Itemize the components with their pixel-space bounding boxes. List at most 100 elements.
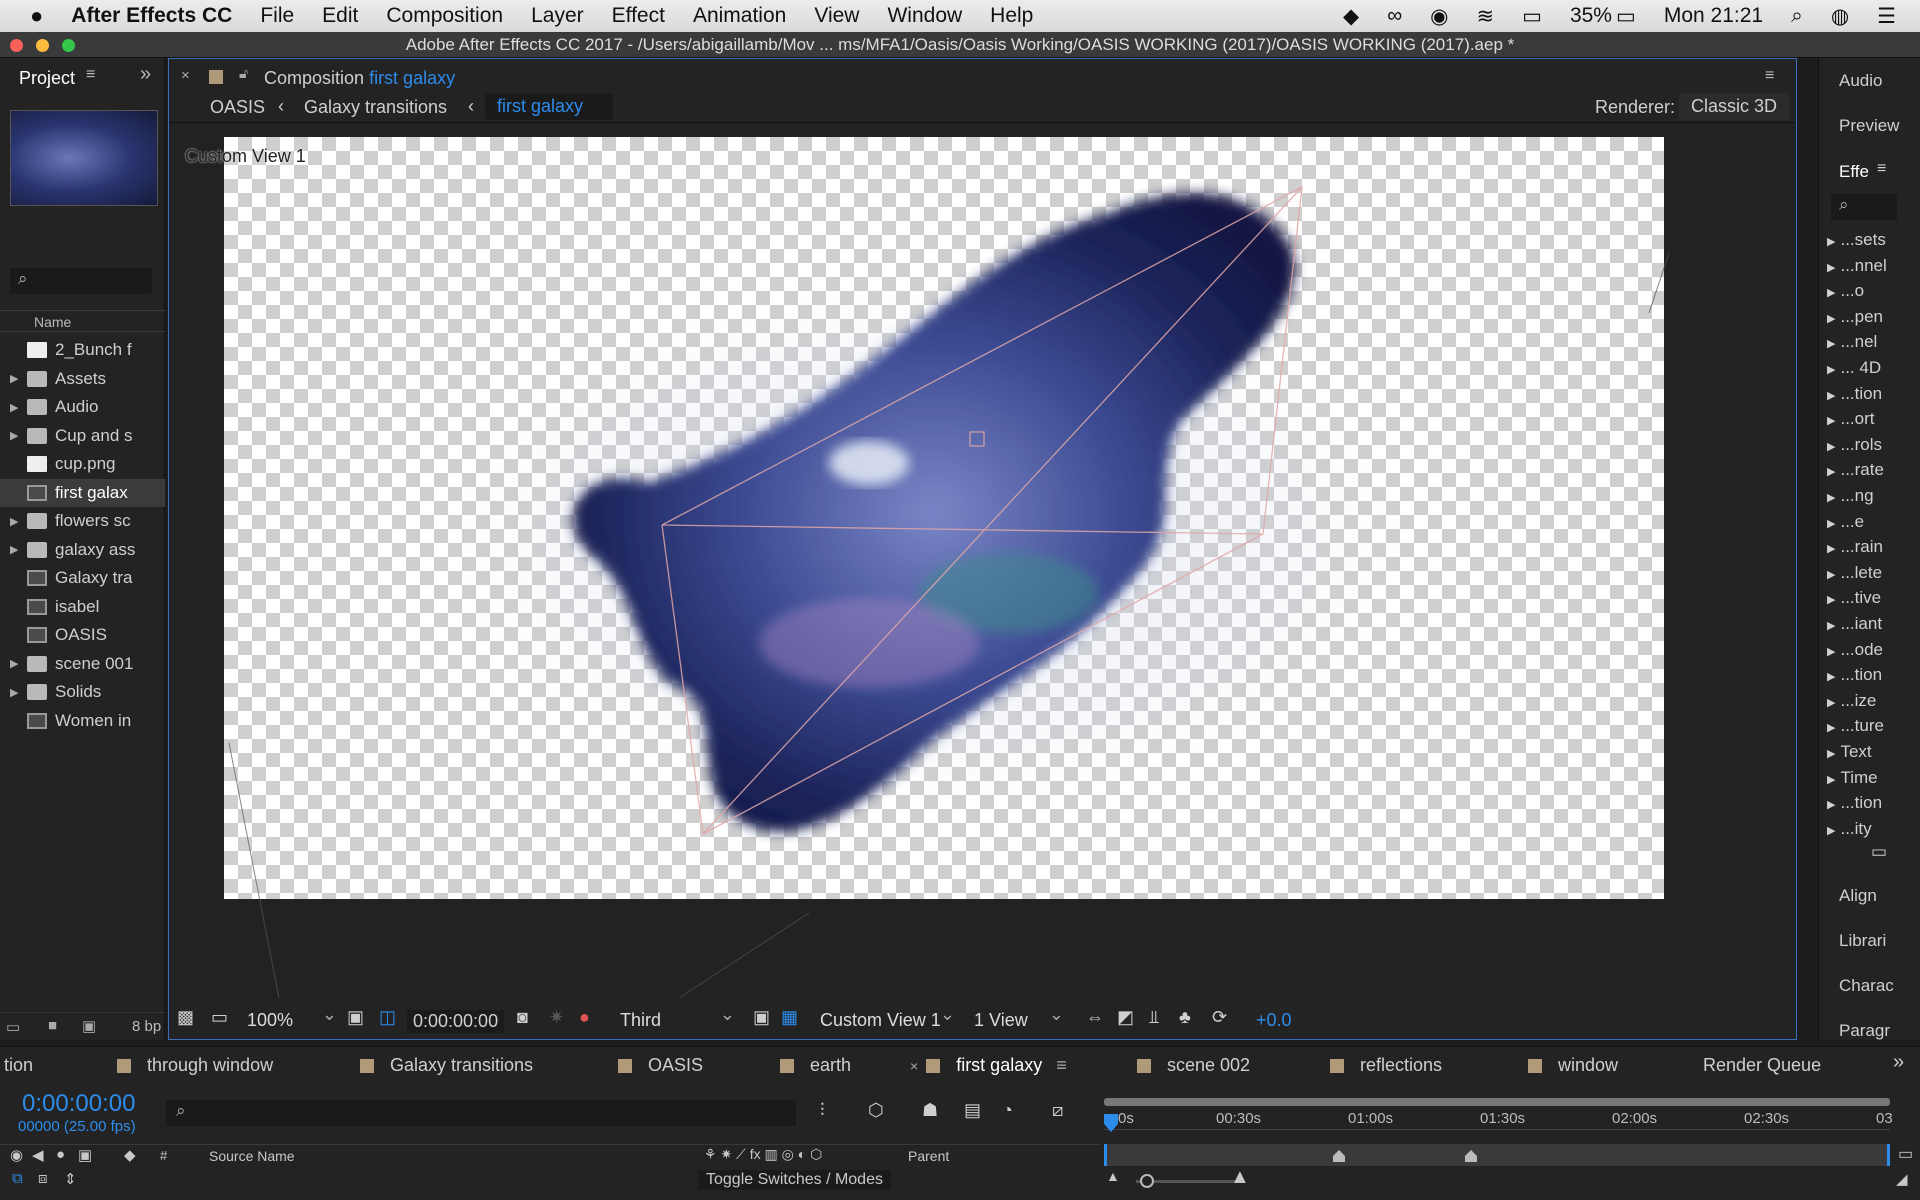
minimize-window-button[interactable] [36, 39, 49, 52]
effects-search-input[interactable]: ⌕ [1831, 194, 1897, 220]
breadcrumb-first-galaxy[interactable]: first galaxy [485, 93, 614, 120]
parent-header[interactable]: Parent [908, 1148, 949, 1164]
project-item[interactable]: isabel [0, 593, 165, 621]
effects-category[interactable]: ▶ ...iant [1827, 614, 1882, 634]
effects-category[interactable]: ▶ ...lete [1827, 563, 1882, 583]
effects-category[interactable]: ▶ ...ize [1827, 691, 1876, 711]
tab-earth[interactable]: earth [780, 1055, 851, 1076]
timeline-icon[interactable]: ◩ [1117, 1007, 1134, 1028]
menu-view[interactable]: View [800, 4, 873, 28]
disclosure-triangle-icon[interactable]: ▶ [0, 657, 18, 670]
tab-through-window[interactable]: through window [117, 1055, 273, 1076]
effects-category[interactable]: ▶ ...e [1827, 512, 1864, 532]
battery-icon[interactable]: ▭ [1616, 4, 1650, 29]
effects-category[interactable]: ▶ ...pen [1827, 307, 1883, 327]
disclosure-triangle-icon[interactable]: ▶ [1827, 722, 1835, 734]
flowchart-icon[interactable]: ♣ [1179, 1007, 1191, 1028]
project-item[interactable]: first galax [0, 478, 165, 507]
exposure-value[interactable]: +0.0 [1256, 1010, 1292, 1031]
close-panel-icon[interactable]: × [181, 67, 190, 84]
effects-category[interactable]: ▶ ... 4D [1827, 358, 1881, 378]
menu-effect[interactable]: Effect [598, 4, 679, 28]
project-item[interactable]: ▶ scene 001 [0, 650, 165, 678]
new-folder-icon[interactable]: ■ [48, 1017, 57, 1034]
keyframe-marker[interactable] [1465, 1150, 1477, 1162]
effects-category[interactable]: ▶ ...tion [1827, 665, 1882, 685]
project-item[interactable]: ▶ Solids [0, 678, 165, 706]
always-preview-icon[interactable]: ▩ [177, 1007, 194, 1028]
tab-render-queue[interactable]: Render Queue [1703, 1055, 1821, 1076]
project-item[interactable]: OASIS [0, 621, 165, 649]
viewer-panel-title[interactable]: Composition first galaxy [264, 68, 455, 89]
disclosure-triangle-icon[interactable]: ▶ [0, 686, 18, 699]
zoom-window-button[interactable] [62, 39, 75, 52]
renderer-button[interactable]: Classic 3D [1679, 93, 1790, 120]
tab-reflections[interactable]: reflections [1330, 1055, 1442, 1076]
reset-exposure-icon[interactable]: ⟳ [1212, 1007, 1227, 1028]
monitor-icon[interactable]: ▭ [211, 1007, 228, 1028]
effects-category[interactable]: ▶ ...nel [1827, 332, 1877, 352]
project-tab[interactable]: Project [19, 68, 75, 89]
breadcrumb-galaxy-transitions[interactable]: Galaxy transitions [304, 97, 447, 118]
new-bin-icon[interactable]: ▭ [1871, 842, 1887, 862]
disclosure-triangle-icon[interactable]: ▶ [1827, 390, 1835, 402]
current-time-display[interactable]: 0:00:00:00 [407, 1010, 505, 1033]
effects-category[interactable]: ▶ ...ture [1827, 716, 1884, 736]
panel-menu-icon[interactable]: ≡ [1877, 160, 1886, 178]
snapshot-icon[interactable]: ◙ [517, 1007, 528, 1028]
graph-editor-icon[interactable]: ⧄ [1052, 1100, 1063, 1121]
menu-file[interactable]: File [246, 4, 308, 28]
disclosure-triangle-icon[interactable]: ▶ [1827, 569, 1835, 581]
effects-category[interactable]: ▶ Time [1827, 768, 1878, 788]
clock[interactable]: Mon 21:21 [1650, 4, 1777, 28]
disclosure-triangle-icon[interactable]: ▶ [1827, 492, 1835, 504]
effects-category[interactable]: ▶ ...tive [1827, 588, 1881, 608]
project-search-input[interactable]: ⌕ [10, 268, 152, 294]
expand-panel-icon[interactable]: » [1893, 1051, 1904, 1074]
video-toggle-icon[interactable]: ◉ [10, 1146, 23, 1164]
comp-mini-flowchart-icon[interactable]: ⫶ [820, 1100, 825, 1121]
disclosure-triangle-icon[interactable]: ▶ [1827, 236, 1835, 248]
disclosure-triangle-icon[interactable]: ▶ [1827, 697, 1835, 709]
project-item[interactable]: Women in [0, 707, 165, 735]
project-item[interactable]: ▶ flowers sc [0, 507, 165, 535]
keyframe-marker[interactable] [1333, 1150, 1345, 1162]
transparency-grid-icon[interactable]: ◫ [379, 1007, 396, 1028]
in-out-icon[interactable]: ⇕ [64, 1170, 77, 1188]
paragraph-panel-tab[interactable]: Paragr [1839, 1021, 1890, 1041]
globe-icon[interactable]: ◉ [1416, 4, 1462, 29]
notification-center-icon[interactable]: ☰ [1863, 4, 1920, 29]
fast-previews-icon[interactable]: ▣ [753, 1007, 770, 1028]
project-item[interactable]: ▶ galaxy ass [0, 536, 165, 564]
panel-menu-icon[interactable]: ≡ [1765, 67, 1774, 85]
view-layout-dropdown[interactable]: 1 View [968, 1000, 1068, 1034]
audio-toggle-icon[interactable]: ◀ [32, 1146, 44, 1164]
tab-galaxy-transitions[interactable]: Galaxy transitions [360, 1055, 533, 1076]
active-camera-dropdown[interactable]: Custom View 1 [814, 1000, 959, 1034]
effects-category[interactable]: ▶ ...ort [1827, 409, 1874, 429]
breadcrumb-oasis[interactable]: OASIS [210, 97, 265, 118]
project-item[interactable]: Galaxy tra [0, 564, 165, 592]
project-item[interactable]: ▶ Assets [0, 365, 165, 393]
disclosure-triangle-icon[interactable]: ▶ [1827, 313, 1835, 325]
app-menu[interactable]: After Effects CC [57, 4, 246, 28]
draft-3d-icon[interactable]: ⬡ [868, 1100, 884, 1121]
effects-category[interactable]: ▶ ...rain [1827, 537, 1883, 557]
disclosure-triangle-icon[interactable]: ▶ [1827, 262, 1835, 274]
libraries-panel-tab[interactable]: Librari [1839, 931, 1886, 951]
effects-panel-tab[interactable]: Effe [1839, 162, 1869, 182]
dropbox-icon[interactable]: ◆ [1329, 4, 1373, 29]
disclosure-triangle-icon[interactable]: ▶ [0, 515, 18, 528]
name-column-header[interactable]: Name [34, 314, 71, 330]
disclosure-triangle-icon[interactable]: ▶ [1827, 646, 1835, 658]
effects-category[interactable]: ▶ ...sets [1827, 230, 1886, 250]
disclosure-triangle-icon[interactable]: ▶ [1827, 518, 1835, 530]
lock-icon[interactable]: 🔓︎ [239, 65, 248, 82]
disclosure-triangle-icon[interactable]: ▶ [1827, 774, 1835, 786]
disclosure-triangle-icon[interactable]: ▶ [1827, 466, 1835, 478]
disclosure-triangle-icon[interactable]: ▶ [0, 429, 18, 442]
effects-category[interactable]: ▶ ...o [1827, 281, 1864, 301]
effects-category[interactable]: ▶ ...ity [1827, 819, 1872, 839]
toggle-transparency-icon[interactable]: ▦ [781, 1007, 798, 1028]
pixel-aspect-icon[interactable]: ⇔ [1086, 1007, 1104, 1028]
